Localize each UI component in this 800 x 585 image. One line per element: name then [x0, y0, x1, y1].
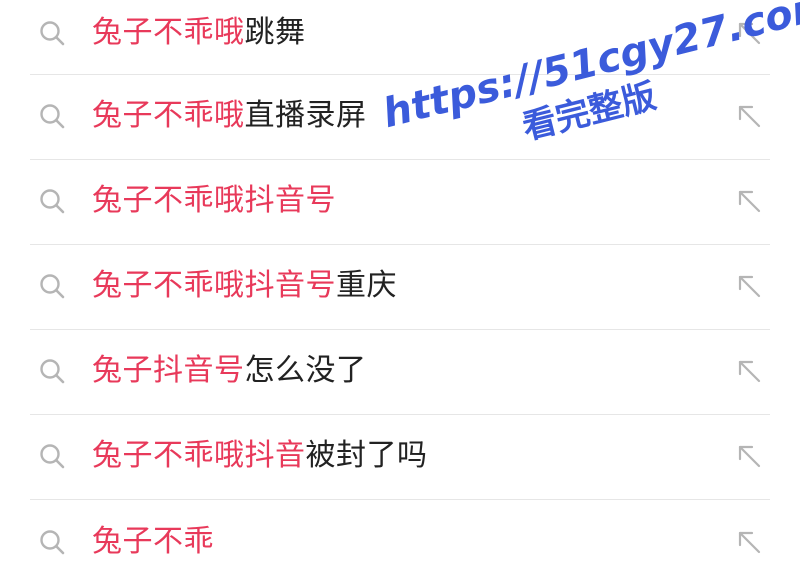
search-icon — [40, 189, 65, 214]
suggestion-text: 兔子不乖哦跳舞 — [92, 12, 306, 54]
suggestion-row[interactable]: 兔子不乖哦跳舞 — [30, 0, 770, 75]
suggestion-text: 兔子不乖哦抖音被封了吗 — [92, 435, 428, 477]
suggestion-rest: 怎么没了 — [244, 353, 367, 388]
suggestion-text: 兔子抖音号怎么没了 — [92, 350, 367, 392]
search-icon — [40, 21, 65, 46]
search-suggestion-list: 兔子不乖哦跳舞 兔子不乖哦直播录屏 兔子不乖哦抖音号 兔子不乖哦抖音号重庆 兔子… — [0, 0, 800, 585]
suggestion-row[interactable]: 兔子不乖哦直播录屏 — [30, 75, 770, 160]
suggestion-row[interactable]: 兔子不乖哦抖音被封了吗 — [30, 415, 770, 500]
suggestion-text: 兔子不乖哦抖音号重庆 — [92, 265, 397, 307]
suggestion-rest: 直播录屏 — [244, 98, 367, 133]
suggestion-highlight: 兔子不乖哦 — [92, 98, 245, 133]
search-icon — [40, 274, 65, 299]
suggestion-row[interactable]: 兔子不乖哦抖音号 — [30, 160, 770, 245]
suggestion-row[interactable]: 兔子不乖 — [30, 500, 770, 585]
suggestion-highlight: 兔子不乖哦 — [92, 15, 245, 50]
search-icon — [40, 530, 65, 555]
arrow-up-left-icon[interactable] — [736, 20, 762, 46]
search-icon — [40, 359, 65, 384]
suggestion-highlight: 兔子不乖哦抖音号 — [92, 183, 336, 218]
suggestion-rest: 跳舞 — [244, 15, 306, 50]
suggestion-rest: 被封了吗 — [305, 438, 428, 473]
suggestion-rest: 重庆 — [336, 268, 397, 303]
suggestion-text: 兔子不乖哦抖音号 — [92, 180, 336, 222]
search-icon — [40, 104, 65, 129]
suggestion-highlight: 兔子不乖哦抖音号 — [92, 268, 336, 303]
suggestion-text: 兔子不乖 — [92, 521, 214, 563]
arrow-up-left-icon[interactable] — [736, 358, 762, 384]
arrow-up-left-icon[interactable] — [736, 273, 762, 299]
search-icon — [40, 444, 65, 469]
arrow-up-left-icon[interactable] — [736, 529, 762, 555]
arrow-up-left-icon[interactable] — [736, 103, 762, 129]
suggestion-text: 兔子不乖哦直播录屏 — [92, 95, 367, 137]
arrow-up-left-icon[interactable] — [736, 443, 762, 469]
suggestion-row[interactable]: 兔子抖音号怎么没了 — [30, 330, 770, 415]
suggestion-highlight: 兔子抖音号 — [92, 353, 245, 388]
suggestion-highlight: 兔子不乖哦抖音 — [92, 438, 306, 473]
suggestion-row[interactable]: 兔子不乖哦抖音号重庆 — [30, 245, 770, 330]
arrow-up-left-icon[interactable] — [736, 188, 762, 214]
